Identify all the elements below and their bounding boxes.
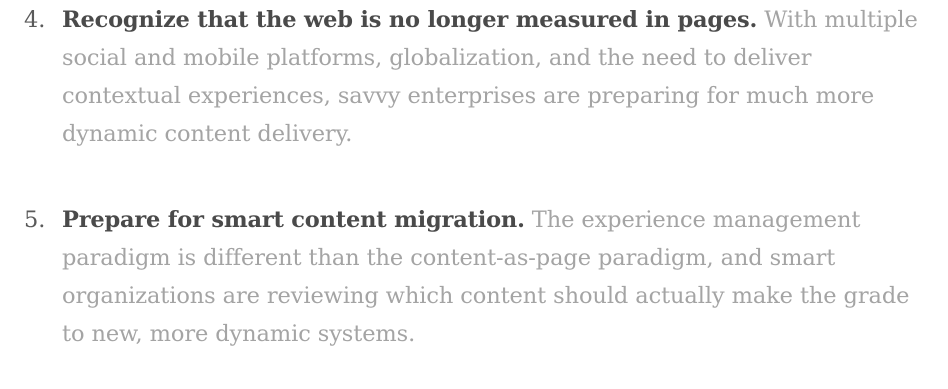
numbered-list: 4. Recognize that the web is no longer m… — [0, 0, 948, 389]
list-item: 5. Prepare for smart content migration. … — [24, 201, 932, 353]
item-lead: Prepare for smart content migration. — [62, 207, 525, 233]
item-body: Recognize that the web is no longer meas… — [62, 1, 932, 153]
item-lead: Recognize that the web is no longer meas… — [62, 7, 758, 33]
item-number: 4. — [24, 7, 46, 33]
item-number: 5. — [24, 207, 46, 233]
list-item: 4. Recognize that the web is no longer m… — [24, 1, 932, 153]
item-body: Prepare for smart content migration. The… — [62, 201, 932, 353]
